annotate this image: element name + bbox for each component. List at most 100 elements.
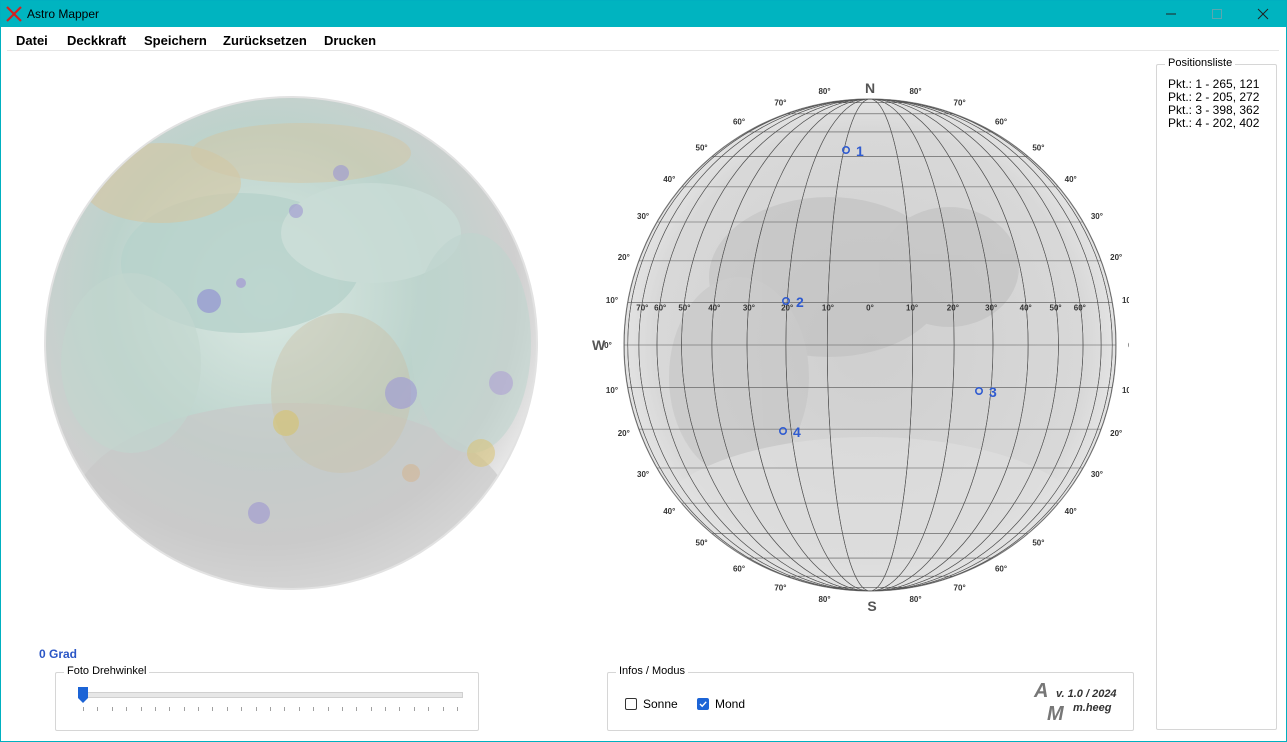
minimize-button[interactable] <box>1148 1 1194 27</box>
slider-tick <box>241 707 243 711</box>
slider-tick <box>83 707 84 711</box>
latitude-label: 50° <box>696 539 708 548</box>
author-text: m.heeg <box>1073 702 1112 714</box>
latitude-label: 20° <box>1110 253 1122 262</box>
latitude-label: 50° <box>1032 539 1044 548</box>
longitude-label: 60° <box>1074 303 1086 312</box>
menu-bar: Datei Deckkraft Speichern Zurücksetzen D… <box>1 28 1286 50</box>
longitude-label: 50° <box>678 303 690 312</box>
latitude-label: 60° <box>995 118 1007 127</box>
infos-modus-group-title: Infos / Modus <box>616 665 689 677</box>
map-marker-label: 2 <box>796 294 804 310</box>
rotation-angle-label: 0 Grad <box>39 647 78 661</box>
latitude-label: 80° <box>818 595 830 604</box>
longitude-label: 20° <box>947 303 959 312</box>
longitude-label: 40° <box>708 303 720 312</box>
maximize-button[interactable] <box>1194 1 1240 27</box>
app-window: Astro Mapper Datei Deckkraft Speichern Z… <box>0 0 1287 742</box>
menu-divider <box>7 50 1279 51</box>
slider-tick <box>413 707 415 711</box>
slider-tick <box>370 707 372 711</box>
slider-tick <box>198 707 200 711</box>
menu-datei[interactable]: Datei <box>16 33 48 48</box>
rotation-slider-thumb[interactable] <box>78 687 88 703</box>
latitude-label: 20° <box>618 253 630 262</box>
latitude-label: 60° <box>733 564 745 573</box>
app-cross-icon <box>6 6 22 22</box>
latitude-label: 20° <box>1110 429 1122 438</box>
slider-tick <box>140 707 142 711</box>
latitude-label: 30° <box>637 470 649 479</box>
window-title: Astro Mapper <box>27 7 100 21</box>
slider-tick <box>356 707 358 711</box>
compass-west: W <box>592 337 606 353</box>
title-bar[interactable]: Astro Mapper <box>1 1 1286 27</box>
slider-tick <box>399 707 401 711</box>
slider-tick <box>154 707 156 711</box>
latitude-label: 60° <box>733 118 745 127</box>
slider-tick <box>313 707 315 711</box>
latitude-label: 80° <box>909 595 921 604</box>
latitude-label: 40° <box>663 175 675 184</box>
latitude-label: 50° <box>696 143 708 152</box>
moon-map[interactable]: 80° 80° 80° 80° 70° 70° 70° 70° 60° 60° 60° 60° 50° 5… <box>589 77 1129 617</box>
rotation-slider-track[interactable] <box>82 692 463 698</box>
compass-south: S <box>867 598 876 614</box>
menu-speichern[interactable]: Speichern <box>144 33 207 48</box>
photo-rotation-group: Foto Drehwinkel <box>55 665 479 731</box>
close-button[interactable] <box>1240 1 1286 27</box>
latitude-label: 30° <box>637 212 649 221</box>
longitude-label: 60° <box>654 303 666 312</box>
latitude-label: 60° <box>995 564 1007 573</box>
slider-tick <box>385 707 387 711</box>
longitude-label: 40° <box>1020 303 1032 312</box>
minimize-icon <box>1166 13 1176 15</box>
latitude-label: 70° <box>954 99 966 108</box>
latitude-label: 30° <box>1091 212 1103 221</box>
checkmark-icon <box>699 701 707 708</box>
menu-zuruecksetzen[interactable]: Zurücksetzen <box>223 33 307 48</box>
slider-tick <box>298 707 300 711</box>
slider-tick <box>442 707 444 711</box>
slider-tick <box>428 707 430 711</box>
close-icon <box>1257 8 1269 20</box>
longitude-label: 30° <box>743 303 755 312</box>
mond-checkbox[interactable] <box>697 698 709 710</box>
longitude-label: 0° <box>866 303 874 312</box>
slider-tick <box>226 707 228 711</box>
latitude-label: 0° <box>604 341 612 350</box>
slider-tick <box>183 707 185 711</box>
longitude-label: 30° <box>985 303 997 312</box>
latitude-label: 10° <box>1122 386 1129 395</box>
latitude-label: 50° <box>1032 143 1044 152</box>
map-marker-label: 3 <box>989 384 997 400</box>
longitude-label: 70° <box>636 303 648 312</box>
latitude-label: 40° <box>1065 507 1077 516</box>
slider-tick <box>270 707 271 711</box>
position-list-item[interactable]: Pkt.: 4 - 202, 402 <box>1168 117 1259 130</box>
position-list-title: Positionsliste <box>1165 57 1236 69</box>
slider-tick <box>457 707 458 711</box>
latitude-label: 40° <box>663 507 675 516</box>
latitude-label: 40° <box>1065 175 1077 184</box>
latitude-label: 30° <box>1091 470 1103 479</box>
mond-label[interactable]: Mond <box>715 697 745 711</box>
slider-tick <box>255 707 257 711</box>
sonne-label[interactable]: Sonne <box>643 697 678 711</box>
sonne-checkbox[interactable] <box>625 698 637 710</box>
slider-tick <box>97 707 99 711</box>
menu-drucken[interactable]: Drucken <box>324 33 376 48</box>
map-marker-label: 4 <box>793 424 801 440</box>
longitude-label: 50° <box>1050 303 1062 312</box>
slider-tick <box>111 707 113 711</box>
map-marker-label: 1 <box>856 143 864 159</box>
latitude-label: 10° <box>1122 296 1129 305</box>
position-list-group: Positionsliste <box>1156 57 1277 730</box>
latitude-label: 20° <box>618 429 630 438</box>
latitude-label: 10° <box>606 386 618 395</box>
version-text: v. 1.0 / 2024 <box>1056 688 1117 700</box>
slider-tick <box>169 707 171 711</box>
menu-deckkraft[interactable]: Deckkraft <box>67 33 126 48</box>
latitude-label: 70° <box>774 583 786 592</box>
slider-tick <box>284 707 286 711</box>
